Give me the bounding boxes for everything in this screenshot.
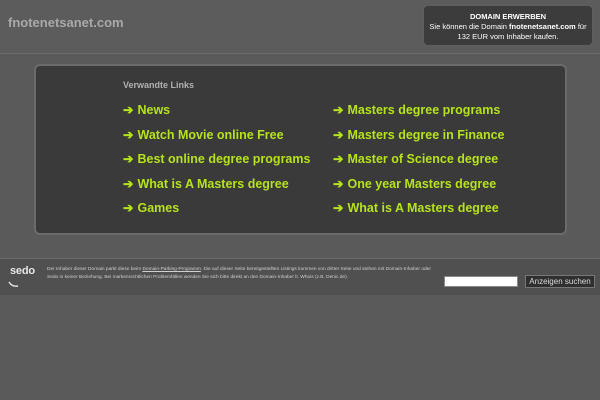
links-column-right: ➔ Masters degree programs ➔ Masters degree… <box>333 102 505 225</box>
site-title[interactable]: fnotenetsanet.com <box>8 15 124 30</box>
arrow-right-icon: ➔ <box>333 152 344 167</box>
disclaimer-text: Der Inhaber dieser Domain parkt diese be… <box>47 267 143 272</box>
arrow-right-icon: ➔ <box>333 176 344 191</box>
related-link[interactable]: ➔ What is A Masters degree <box>333 200 505 225</box>
related-link[interactable]: ➔ News <box>123 102 310 127</box>
link-label: What is A Masters degree <box>137 176 289 191</box>
link-label: Masters degree programs <box>347 103 501 117</box>
related-link[interactable]: ➔ Masters degree in Finance <box>333 127 505 152</box>
related-link[interactable]: ➔ Watch Movie online Free <box>123 127 310 152</box>
link-label: Watch Movie online Free <box>137 127 284 142</box>
related-link[interactable]: ➔ Masters degree programs <box>333 102 505 127</box>
related-link[interactable]: ➔ Games <box>123 200 310 225</box>
footer-band: sedo Der Inhaber dieser Domain parkt die… <box>0 258 600 295</box>
link-label: Best online degree programs <box>137 152 311 167</box>
arrow-right-icon: ➔ <box>123 152 134 167</box>
link-label: Master of Science degree <box>347 152 499 167</box>
domain-offer-title: DOMAIN ERWERBEN <box>469 12 547 21</box>
domain-offer-domain: fnotenetsanet.com <box>509 22 576 31</box>
link-label: Games <box>137 201 180 216</box>
arrow-right-icon: ➔ <box>333 201 344 216</box>
domain-offer-line2: 132 EUR vom Inhaber kaufen. <box>457 32 559 41</box>
arrow-right-icon: ➔ <box>123 176 134 191</box>
ads-search-input[interactable] <box>444 276 518 287</box>
arrow-right-icon: ➔ <box>123 103 134 117</box>
related-links-panel: Verwandte Links ➔ News ➔ Watch Movie onlin… <box>34 64 567 235</box>
link-label: One year Masters degree <box>347 176 497 191</box>
related-link[interactable]: ➔ Master of Science degree <box>333 151 505 176</box>
ads-search-button[interactable]: Anzeigen suchen <box>525 275 595 288</box>
link-label: Masters degree in Finance <box>347 127 505 142</box>
arrow-right-icon: ➔ <box>333 127 344 142</box>
related-links-heading: Verwandte Links <box>123 80 195 90</box>
arrow-right-icon: ➔ <box>123 127 134 142</box>
sedo-logo-text[interactable]: sedo <box>10 265 35 277</box>
domain-offer-box[interactable]: DOMAIN ERWERBEN Sie können die Domain fn… <box>422 4 594 47</box>
header: fnotenetsanet.com DOMAIN ERWERBEN Sie kö… <box>0 0 600 54</box>
arrow-right-icon: ➔ <box>123 201 134 216</box>
domain-offer-prefix: Sie können die Domain <box>429 22 510 31</box>
domain-parking-link[interactable]: Domain-Parking-Programm <box>142 267 200 272</box>
domain-offer-line1: Sie können die Domain fnotenetsanet.com … <box>424 22 592 32</box>
link-label: News <box>137 103 171 117</box>
links-column-left: ➔ News ➔ Watch Movie online Free ➔ Best onl… <box>123 102 310 225</box>
related-link[interactable]: ➔ What is A Masters degree <box>123 176 310 201</box>
parking-disclaimer: Der Inhaber dieser Domain parkt diese be… <box>47 266 437 282</box>
related-link[interactable]: ➔ One year Masters degree <box>333 176 505 201</box>
link-label: What is A Masters degree <box>347 201 499 216</box>
arrow-right-icon: ➔ <box>333 103 344 117</box>
related-link[interactable]: ➔ Best online degree programs <box>123 151 310 176</box>
domain-offer-suffix: für <box>575 22 587 31</box>
